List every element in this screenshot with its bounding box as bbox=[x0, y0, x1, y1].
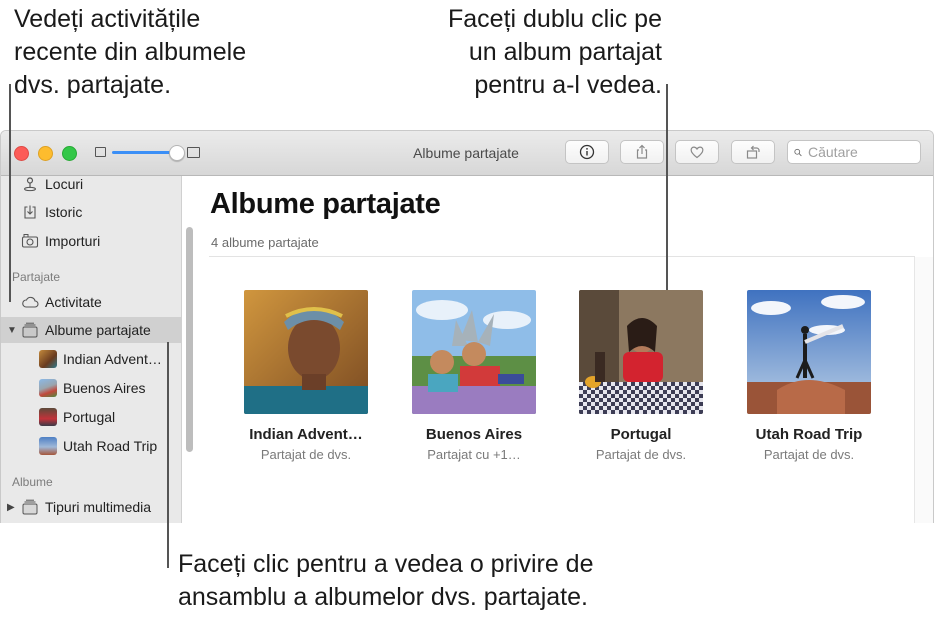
sidebar-item-shared-albums[interactable]: ▼ Albume partajate bbox=[1, 317, 181, 343]
title-bar: Albume partajate bbox=[1, 131, 933, 176]
info-icon bbox=[579, 144, 595, 160]
search-field[interactable] bbox=[787, 140, 921, 164]
search-icon bbox=[794, 148, 802, 156]
leader-line-portugal bbox=[666, 84, 668, 290]
album-cover-indian-adventure[interactable] bbox=[244, 290, 368, 414]
zoom-out-icon[interactable] bbox=[95, 147, 106, 157]
sidebar-item-album[interactable]: Portugal bbox=[1, 404, 181, 430]
zoom-slider-track[interactable] bbox=[112, 151, 176, 154]
album-cover-buenos-aires[interactable] bbox=[412, 290, 536, 414]
sidebar-item-places[interactable]: Locuri bbox=[1, 171, 181, 197]
zoom-slider-knob[interactable] bbox=[169, 145, 185, 161]
photos-window: Albume partajate Căutare Locuri Istoric … bbox=[0, 130, 934, 523]
album-tile[interactable]: Buenos Aires Partajat cu +1… bbox=[389, 290, 559, 462]
album-title: Portugal bbox=[610, 426, 672, 443]
album-tile[interactable]: Portugal Partajat de dvs. bbox=[556, 290, 726, 462]
minimize-window-button[interactable] bbox=[38, 146, 53, 161]
main-scrollbar[interactable] bbox=[914, 257, 933, 523]
album-title: Buenos Aires bbox=[425, 426, 523, 443]
album-thumbnail-icon bbox=[39, 437, 57, 455]
album-cover-portugal[interactable] bbox=[579, 290, 703, 414]
sidebar-item-album[interactable]: Utah Road Trip bbox=[1, 433, 181, 459]
sidebar-item-label: Buenos Aires bbox=[63, 380, 146, 396]
sidebar-item-activity[interactable]: Activitate bbox=[1, 289, 181, 315]
sidebar-item-album[interactable]: Indian Advent… bbox=[1, 346, 181, 372]
callout-overview: Faceți clic pentru a vedea o privire de … bbox=[178, 550, 594, 611]
sidebar-item-album[interactable]: Buenos Aires bbox=[1, 375, 181, 401]
divider bbox=[209, 256, 915, 257]
sidebar-item-label: Utah Road Trip bbox=[63, 438, 158, 454]
rotate-button[interactable] bbox=[731, 140, 775, 164]
leader-line-shared-albums bbox=[167, 342, 169, 568]
album-thumbnail-icon bbox=[39, 408, 57, 426]
sidebar-item-label: Locuri bbox=[45, 176, 84, 192]
album-tile[interactable]: Utah Road Trip Partajat de dvs. bbox=[724, 290, 894, 462]
sidebar-item-media-types[interactable]: ▶ Tipuri multimedia bbox=[1, 494, 181, 520]
rotate-icon bbox=[746, 145, 760, 159]
share-icon bbox=[636, 144, 648, 159]
albums-stack-icon bbox=[21, 321, 39, 339]
info-button[interactable] bbox=[565, 140, 609, 164]
album-subtitle: Partajat de dvs. bbox=[260, 447, 352, 462]
main-content: Albume partajate 4 albume partajate Indi… bbox=[195, 176, 933, 523]
sidebar-item-label: Albume partajate bbox=[45, 322, 151, 338]
callout-double-click: Faceți dublu clic pe un album partajat p… bbox=[447, 5, 662, 99]
album-title: Utah Road Trip bbox=[755, 426, 863, 443]
share-button[interactable] bbox=[620, 140, 664, 164]
album-cover-utah-road-trip[interactable] bbox=[747, 290, 871, 414]
album-subtitle: Partajat de dvs. bbox=[763, 447, 855, 462]
heart-icon bbox=[690, 146, 704, 159]
fullscreen-window-button[interactable] bbox=[62, 146, 77, 161]
album-subtitle: Partajat de dvs. bbox=[595, 447, 687, 462]
camera-icon bbox=[21, 232, 39, 250]
sidebar-scrollbar[interactable] bbox=[186, 227, 193, 452]
album-tile[interactable]: Indian Advent… Partajat de dvs. bbox=[221, 290, 391, 462]
albums-stack-icon bbox=[21, 498, 39, 516]
callout-activity: Vedeți activitățile recente din albumele… bbox=[14, 5, 247, 99]
favorite-button[interactable] bbox=[675, 140, 719, 164]
sidebar: Locuri Istoric Importuri Partajate Activ… bbox=[1, 176, 182, 523]
section-header-shared: Partajate bbox=[12, 270, 61, 284]
pin-icon bbox=[21, 175, 39, 193]
window-title: Albume partajate bbox=[413, 145, 519, 161]
sidebar-item-label: Indian Advent… bbox=[63, 351, 162, 367]
album-thumbnail-icon bbox=[39, 350, 57, 368]
album-title: Indian Advent… bbox=[249, 426, 363, 443]
sidebar-item-label: Portugal bbox=[63, 409, 116, 425]
cloud-icon bbox=[21, 293, 39, 311]
close-window-button[interactable] bbox=[14, 146, 29, 161]
album-count: 4 albume partajate bbox=[211, 235, 319, 250]
section-header-albums: Albume bbox=[12, 475, 53, 489]
sidebar-item-history[interactable]: Istoric bbox=[1, 199, 181, 225]
album-subtitle: Partajat cu +1… bbox=[427, 447, 521, 462]
zoom-in-icon[interactable] bbox=[187, 147, 200, 158]
sidebar-item-label: Tipuri multimedia bbox=[45, 499, 152, 515]
album-thumbnail-icon bbox=[39, 379, 57, 397]
page-title: Albume partajate bbox=[210, 188, 441, 220]
sidebar-item-imports[interactable]: Importuri bbox=[1, 228, 181, 254]
sidebar-item-label: Istoric bbox=[45, 204, 83, 220]
search-input[interactable] bbox=[806, 143, 920, 161]
leader-line-activity bbox=[9, 84, 11, 302]
disclosure-collapsed-icon[interactable]: ▶ bbox=[7, 502, 21, 513]
sidebar-item-label: Importuri bbox=[45, 233, 101, 249]
import-history-icon bbox=[21, 203, 39, 221]
sidebar-item-label: Activitate bbox=[45, 294, 102, 310]
disclosure-expanded-icon[interactable]: ▼ bbox=[7, 325, 21, 336]
